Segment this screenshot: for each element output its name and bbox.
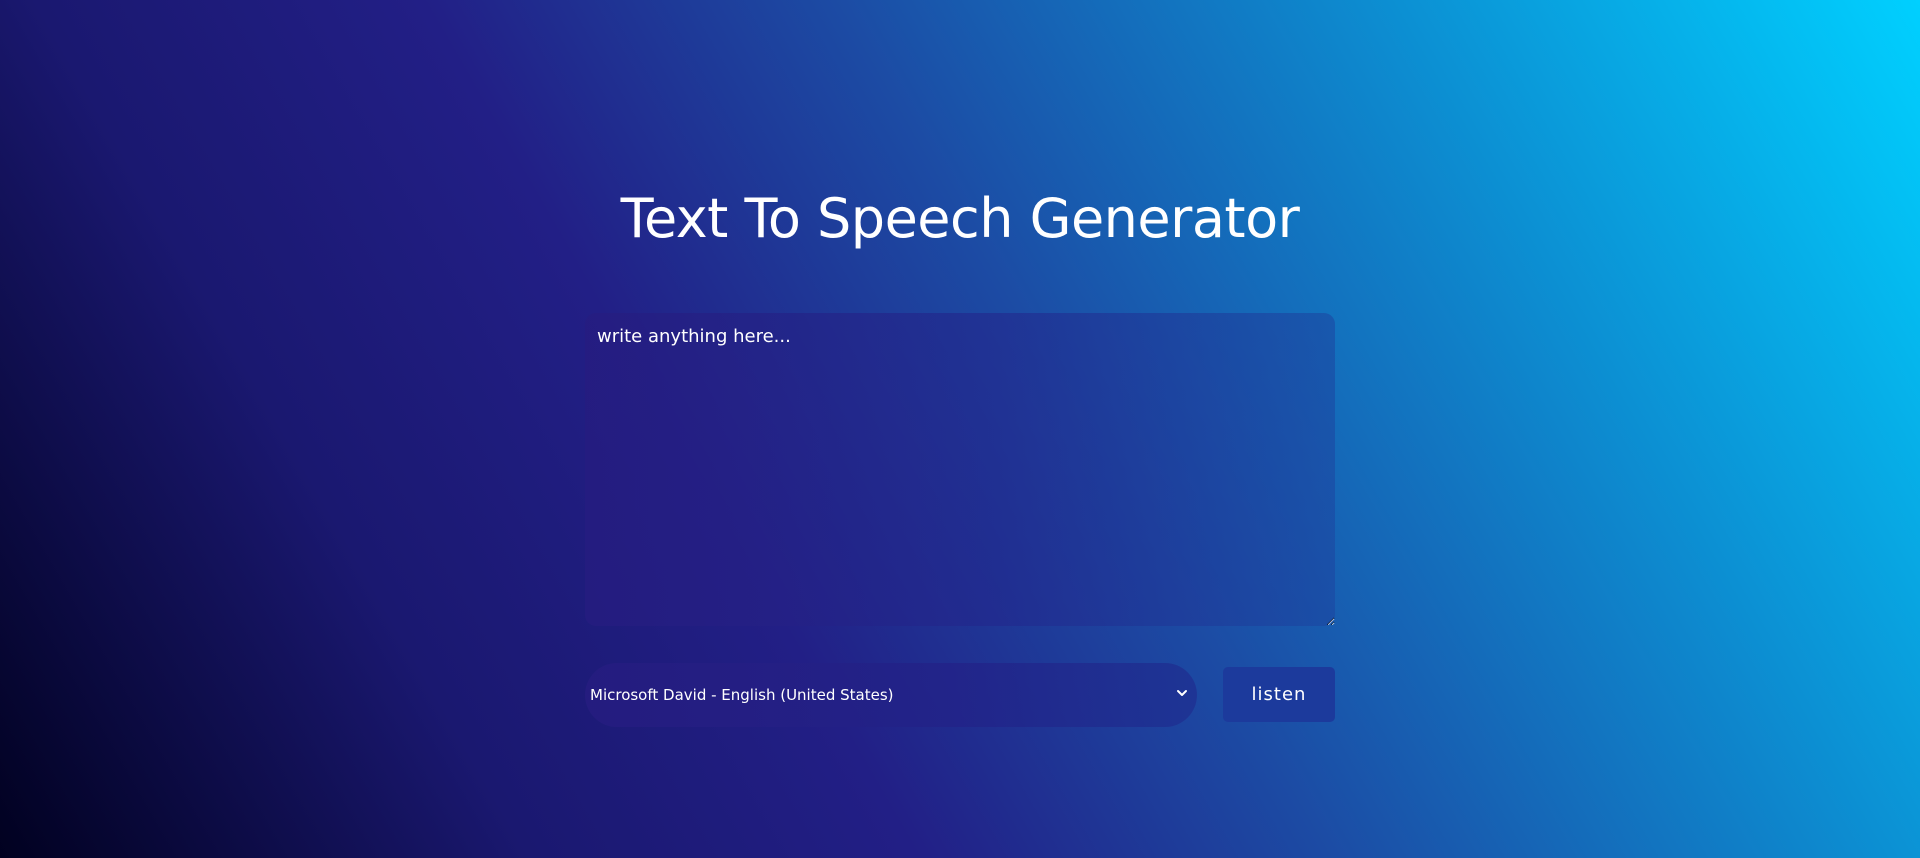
page-title: Text To Speech Generator [620,187,1300,250]
text-input[interactable] [585,313,1335,626]
voice-select[interactable]: Microsoft David - English (United States… [585,663,1197,727]
controls-row: Microsoft David - English (United States… [585,663,1335,727]
voice-select-container: Microsoft David - English (United States… [585,663,1197,727]
listen-button[interactable]: listen [1223,667,1335,722]
